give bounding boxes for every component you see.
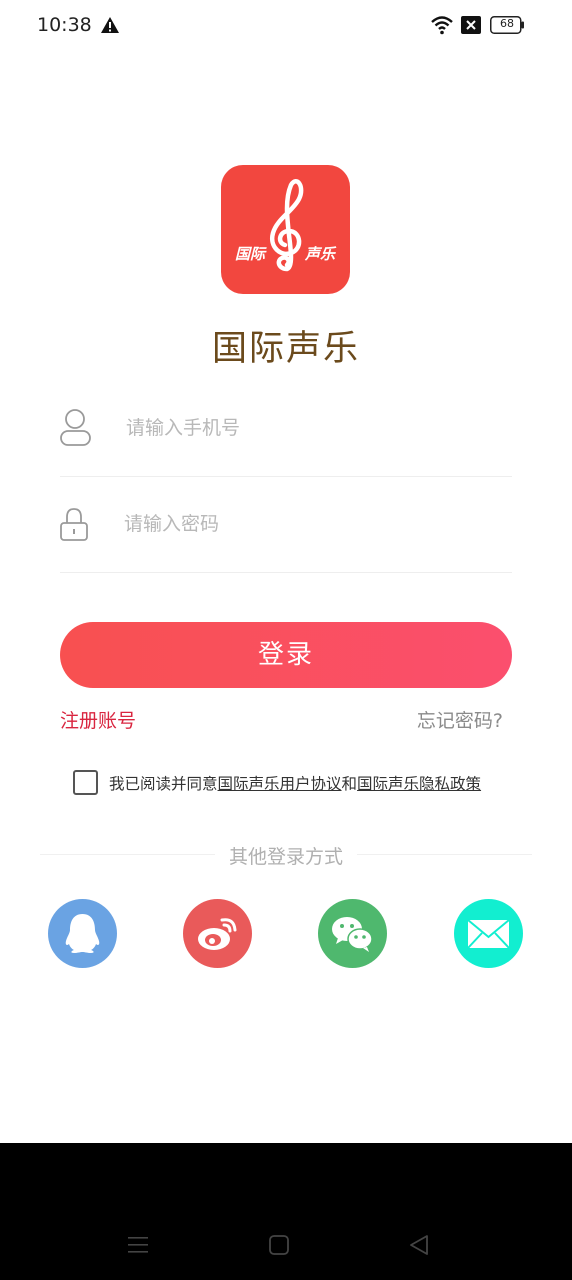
qq-login-button[interactable] xyxy=(48,899,117,968)
agreement-prefix: 我已阅读并同意 xyxy=(109,775,218,793)
status-bar: 10:38 68 xyxy=(0,0,572,52)
app-logo: 国际 声乐 xyxy=(221,165,350,294)
wechat-login-button[interactable] xyxy=(318,899,387,968)
weibo-icon xyxy=(198,918,237,950)
phone-input[interactable] xyxy=(126,410,496,446)
weibo-login-button[interactable] xyxy=(183,899,252,968)
back-icon[interactable] xyxy=(408,1234,430,1256)
forgot-password-link[interactable]: 忘记密码? xyxy=(417,706,503,733)
password-input[interactable] xyxy=(124,506,494,542)
phone-field xyxy=(60,382,512,477)
other-login-title: 其他登录方式 xyxy=(0,842,572,869)
battery-level: 68 xyxy=(500,17,514,30)
lock-icon xyxy=(60,508,88,541)
wechat-icon xyxy=(332,917,373,952)
logo-text-left: 国际 xyxy=(235,245,266,263)
password-field xyxy=(60,478,512,573)
email-login-button[interactable] xyxy=(454,899,523,968)
battery-icon: 68 xyxy=(490,16,524,34)
mail-icon xyxy=(467,919,510,949)
navigation-bar xyxy=(0,1143,572,1280)
user-icon xyxy=(60,409,91,446)
home-icon[interactable] xyxy=(269,1235,289,1255)
status-time: 10:38 xyxy=(37,14,92,36)
menu-icon[interactable] xyxy=(128,1236,148,1254)
agreement-conjunction: 和 xyxy=(341,775,358,793)
agreement-checkbox[interactable] xyxy=(73,770,98,795)
qq-icon xyxy=(65,914,100,953)
logo-text-right: 声乐 xyxy=(305,245,336,263)
login-button[interactable]: 登录 xyxy=(60,622,512,688)
app-name: 国际声乐 xyxy=(211,329,360,369)
agreement-text: 我已阅读并同意国际声乐用户协议和国际声乐隐私政策 xyxy=(109,772,481,794)
wifi-icon xyxy=(431,16,453,35)
user-agreement-link[interactable]: 国际声乐用户协议 xyxy=(218,775,342,793)
warning-icon xyxy=(101,17,119,33)
privacy-policy-link[interactable]: 国际声乐隐私政策 xyxy=(357,775,481,793)
no-sim-icon xyxy=(461,16,481,34)
treble-clef-icon xyxy=(269,179,304,272)
register-link[interactable]: 注册账号 xyxy=(60,706,136,733)
